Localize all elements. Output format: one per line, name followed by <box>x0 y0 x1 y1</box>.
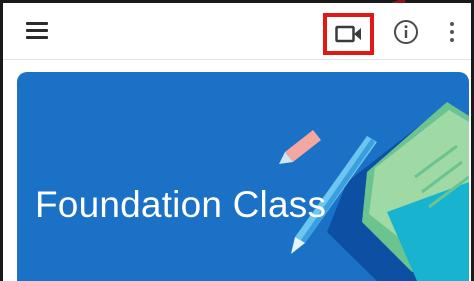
video-call-button[interactable] <box>323 13 374 55</box>
video-camera-icon <box>335 25 361 43</box>
app-bar <box>3 3 471 60</box>
info-icon[interactable] <box>393 19 419 45</box>
more-vertical-icon[interactable] <box>447 19 457 45</box>
class-title: Foundation Class <box>35 184 327 225</box>
hamburger-menu-icon[interactable] <box>26 22 48 40</box>
class-banner[interactable]: Foundation Class <box>17 72 469 281</box>
stream-content: Foundation Class <box>3 60 471 281</box>
banner-illustration <box>279 102 469 281</box>
